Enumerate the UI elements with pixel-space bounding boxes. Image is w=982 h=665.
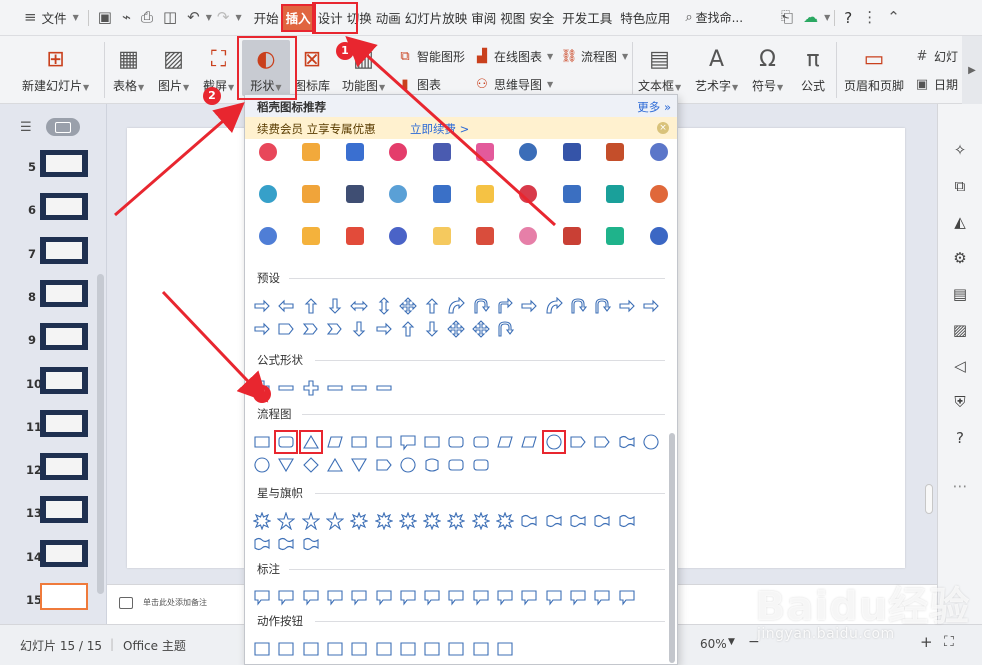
baidu-watermark: Baidu经验 jingyan.baidu.com: [755, 570, 975, 660]
arrow-to-shapes-button: [114, 102, 245, 217]
arrow-to-flowchart: [161, 290, 269, 403]
watermark-brand: Baidu经验: [755, 584, 971, 630]
watermark-url: jingyan.baidu.com: [757, 626, 895, 642]
annotation-arrows: [114, 35, 557, 403]
arrow-to-insert-tab: [345, 35, 557, 227]
